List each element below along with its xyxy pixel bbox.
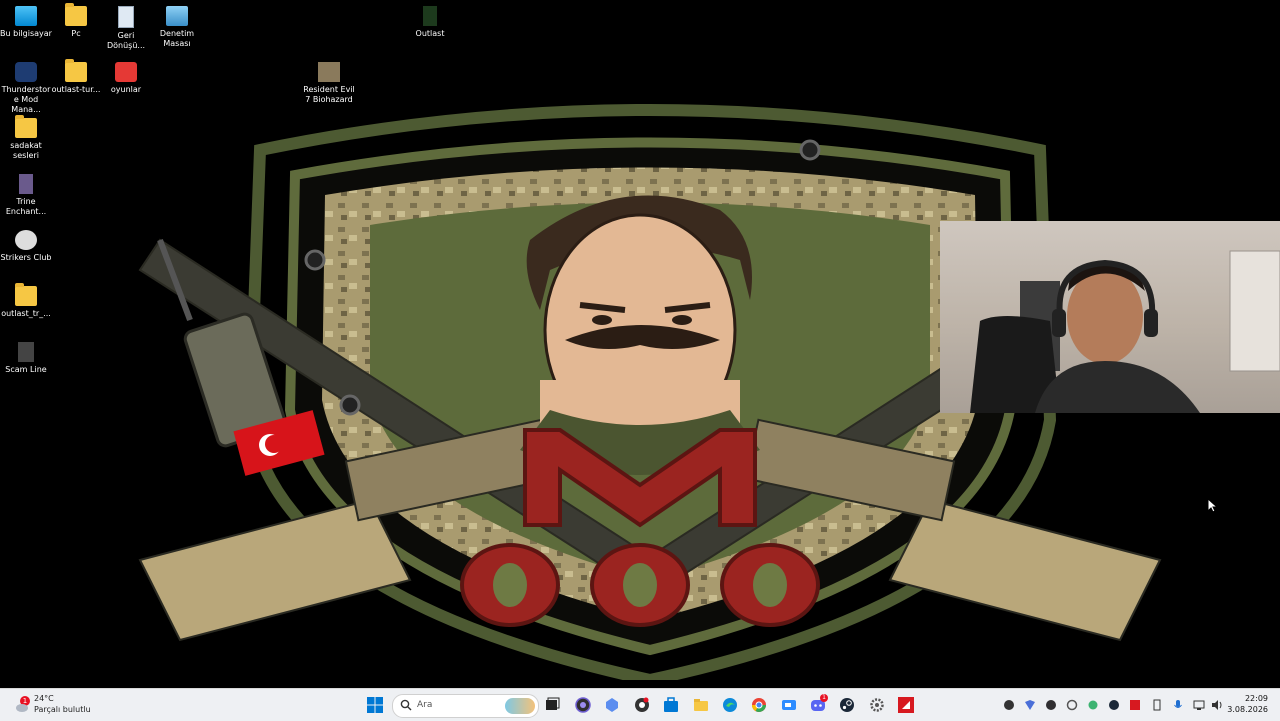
desktop-icon-strikers[interactable]: Strikers Club xyxy=(0,224,52,263)
desktop-icon-label: sadakat sesleri xyxy=(10,141,42,160)
desktop-icon-label: Bu bilgisayar xyxy=(0,29,52,38)
folder-icon xyxy=(65,3,87,26)
desktop-icon-label: outlast-tur... xyxy=(51,85,101,94)
search-icon xyxy=(400,699,412,711)
outlast-icon xyxy=(423,6,437,26)
desktop-icon-bu-bilgisayar[interactable]: Bu bilgisayar xyxy=(0,0,52,39)
desktop-icon-label: Resident Evil 7 Biohazard xyxy=(303,85,355,104)
desktop-icon-label: Pc xyxy=(71,29,81,38)
desktop-icon-trine[interactable]: Trine Enchant... xyxy=(0,168,52,217)
control-panel-icon xyxy=(166,6,188,26)
power-icon xyxy=(115,62,137,82)
edge-icon[interactable] xyxy=(722,697,738,713)
search-placeholder: Ara xyxy=(417,700,433,710)
file-explorer-icon[interactable] xyxy=(693,697,709,713)
resident-evil-icon xyxy=(318,62,340,82)
folder-icon xyxy=(15,115,37,138)
desktop-icon-recycle-bin[interactable]: Geri Dönüşü... xyxy=(100,0,152,51)
desktop-icon-label: Scam Line xyxy=(5,365,47,374)
desktop-icon-label: Strikers Club xyxy=(0,253,52,262)
weather-temp: 24°C xyxy=(34,694,54,703)
task-view-icon[interactable] xyxy=(544,697,560,713)
scam-line-icon xyxy=(18,342,34,362)
weather-cloud-icon xyxy=(15,702,29,712)
tray-obs-icon[interactable] xyxy=(1045,699,1057,711)
strikers-icon xyxy=(15,230,37,250)
desktop-icon-label: Thunderstore Mod Mana... xyxy=(1,85,51,114)
desktop-icon-outlast-tr[interactable]: outlast_tr_... xyxy=(0,280,52,319)
desktop-icon-outlast[interactable]: Outlast xyxy=(404,0,456,39)
desktop-icon-label: outlast_tr_... xyxy=(1,309,51,318)
search-highlight-icon xyxy=(505,698,535,714)
settings-icon[interactable] xyxy=(869,697,885,713)
desktop-icon-scam-line[interactable]: Scam Line xyxy=(0,336,52,375)
trine-icon xyxy=(19,174,33,194)
tray-microphone-icon[interactable] xyxy=(1172,699,1184,711)
store-icon[interactable] xyxy=(663,697,679,713)
monitor-icon xyxy=(15,6,37,26)
desktop-icon-thunderstore[interactable]: Thunderstore Mod Mana... xyxy=(0,56,52,115)
tray-volume-icon[interactable] xyxy=(1211,699,1223,711)
tray-app-icon[interactable] xyxy=(1003,699,1015,711)
webcam-person-image xyxy=(970,250,1280,413)
desktop: Bu bilgisayar Pc Geri Dönüşü... Denetim … xyxy=(0,0,1280,688)
mouse-cursor-icon xyxy=(1208,499,1218,513)
clock-date: 3.08.2026 xyxy=(1227,705,1268,714)
zoom-icon[interactable] xyxy=(781,697,797,713)
desktop-icon-label: Denetim Masası xyxy=(159,29,195,48)
app-icon[interactable] xyxy=(604,697,620,713)
tray-amd-icon[interactable] xyxy=(1129,699,1141,711)
tray-shield-icon[interactable] xyxy=(1024,699,1036,711)
start-icon[interactable] xyxy=(367,697,383,713)
chrome-icon[interactable] xyxy=(751,697,767,713)
folder-icon xyxy=(65,59,87,82)
desktop-icon-sadakat[interactable]: sadakat sesleri xyxy=(0,112,52,161)
steam-icon[interactable] xyxy=(839,697,855,713)
taskbar-search[interactable]: Ara xyxy=(392,694,539,718)
desktop-icon-pc[interactable]: Pc xyxy=(50,0,102,39)
desktop-icon-outlast-tur[interactable]: outlast-tur... xyxy=(50,56,102,95)
desktop-icon-oyunlar[interactable]: oyunlar xyxy=(100,56,152,95)
thunderstore-icon xyxy=(15,62,37,82)
taskbar: 1 24°C Parçalı bulutlu Ara 1 22:09 3.08.… xyxy=(0,688,1280,721)
desktop-icon-denetim-masasi[interactable]: Denetim Masası xyxy=(151,0,203,49)
desktop-icon-label: Geri Dönüşü... xyxy=(106,31,146,50)
amd-icon[interactable] xyxy=(898,697,914,713)
chrome-alt-icon[interactable] xyxy=(634,697,650,713)
desktop-icon-resident-evil[interactable]: Resident Evil 7 Biohazard xyxy=(303,56,355,105)
tray-steam-icon[interactable] xyxy=(1108,699,1120,711)
weather-condition: Parçalı bulutlu xyxy=(34,705,91,714)
obs-icon[interactable] xyxy=(575,697,591,713)
tray-network-icon[interactable] xyxy=(1193,699,1205,711)
system-clock[interactable]: 22:09 3.08.2026 xyxy=(1227,693,1268,715)
tray-sync-icon[interactable] xyxy=(1066,699,1078,711)
desktop-icon-label: Trine Enchant... xyxy=(5,197,47,216)
folder-icon xyxy=(15,283,37,306)
tray-battery-icon[interactable] xyxy=(1151,699,1163,711)
tray-status-icon[interactable] xyxy=(1087,699,1099,711)
clock-time: 22:09 xyxy=(1244,694,1268,703)
discord-badge: 1 xyxy=(820,694,828,702)
desktop-icon-label: Outlast xyxy=(415,29,445,38)
webcam-overlay xyxy=(940,221,1280,413)
desktop-icon-label: oyunlar xyxy=(110,85,142,94)
recycle-bin-icon xyxy=(118,6,134,28)
